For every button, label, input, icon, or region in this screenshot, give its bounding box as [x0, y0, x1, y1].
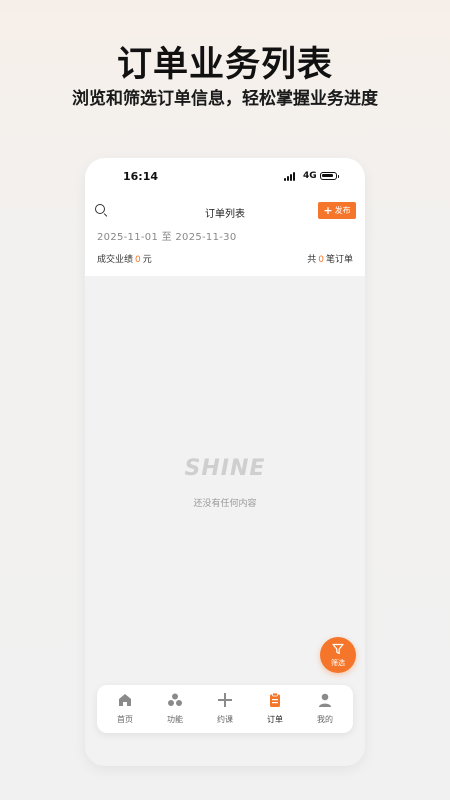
- phone-screen: 16:14 4G 订单列表 + 发布 2025-11-01 至 2025-11-3…: [85, 158, 365, 766]
- plus-icon: [218, 693, 232, 707]
- order-count-value: 0: [318, 255, 324, 265]
- count-prefix: 共: [307, 255, 317, 265]
- revenue-summary: 成交业绩 0 元: [97, 252, 152, 265]
- tab-label-booking: 约课: [217, 715, 233, 724]
- promo-subtitle: 浏览和筛选订单信息，轻松掌握业务进度: [72, 89, 378, 109]
- tab-label-mine: 我的: [317, 715, 333, 724]
- tab-label-orders: 订单: [267, 715, 283, 724]
- revenue-unit: 元: [142, 255, 152, 265]
- bottom-tab-bar: 首页 功能 约课 订单 我的: [97, 685, 353, 733]
- order-count-summary: 共 0 笔订单: [307, 252, 353, 265]
- battery-icon: [320, 172, 339, 180]
- apps-icon: [168, 693, 182, 706]
- tab-booking[interactable]: 约课: [200, 685, 250, 733]
- tab-label-home: 首页: [117, 715, 133, 724]
- empty-state-message: 还没有任何内容: [193, 499, 257, 509]
- revenue-label: 成交业绩: [97, 255, 134, 265]
- tab-home[interactable]: 首页: [100, 685, 150, 733]
- count-suffix: 笔订单: [325, 255, 353, 265]
- network-label: 4G: [303, 171, 317, 181]
- empty-state-logo: SHINE: [184, 456, 266, 481]
- tab-mine[interactable]: 我的: [300, 685, 350, 733]
- home-icon: [119, 694, 131, 706]
- revenue-value: 0: [135, 255, 141, 265]
- tab-features[interactable]: 功能: [150, 685, 200, 733]
- plus-icon: +: [323, 204, 333, 217]
- date-range[interactable]: 2025-11-01 至 2025-11-30: [97, 228, 237, 243]
- order-list-header: 订单列表 + 发布 2025-11-01 至 2025-11-30 成交业绩 0 元 …: [85, 196, 365, 276]
- filter-label: 筛选: [331, 659, 345, 667]
- order-icon: [270, 692, 280, 707]
- filter-button[interactable]: 筛选: [320, 637, 356, 673]
- signal-icon: [284, 172, 298, 181]
- new-order-button[interactable]: + 发布: [318, 202, 356, 219]
- user-icon: [319, 693, 331, 707]
- status-bar: 16:14 4G: [85, 158, 365, 196]
- new-order-label: 发布: [334, 206, 351, 215]
- promo-title: 订单业务列表: [116, 45, 333, 85]
- filter-icon: [332, 643, 344, 655]
- tab-label-features: 功能: [167, 715, 183, 724]
- tab-orders[interactable]: 订单: [250, 685, 300, 733]
- status-time: 16:14: [123, 170, 159, 183]
